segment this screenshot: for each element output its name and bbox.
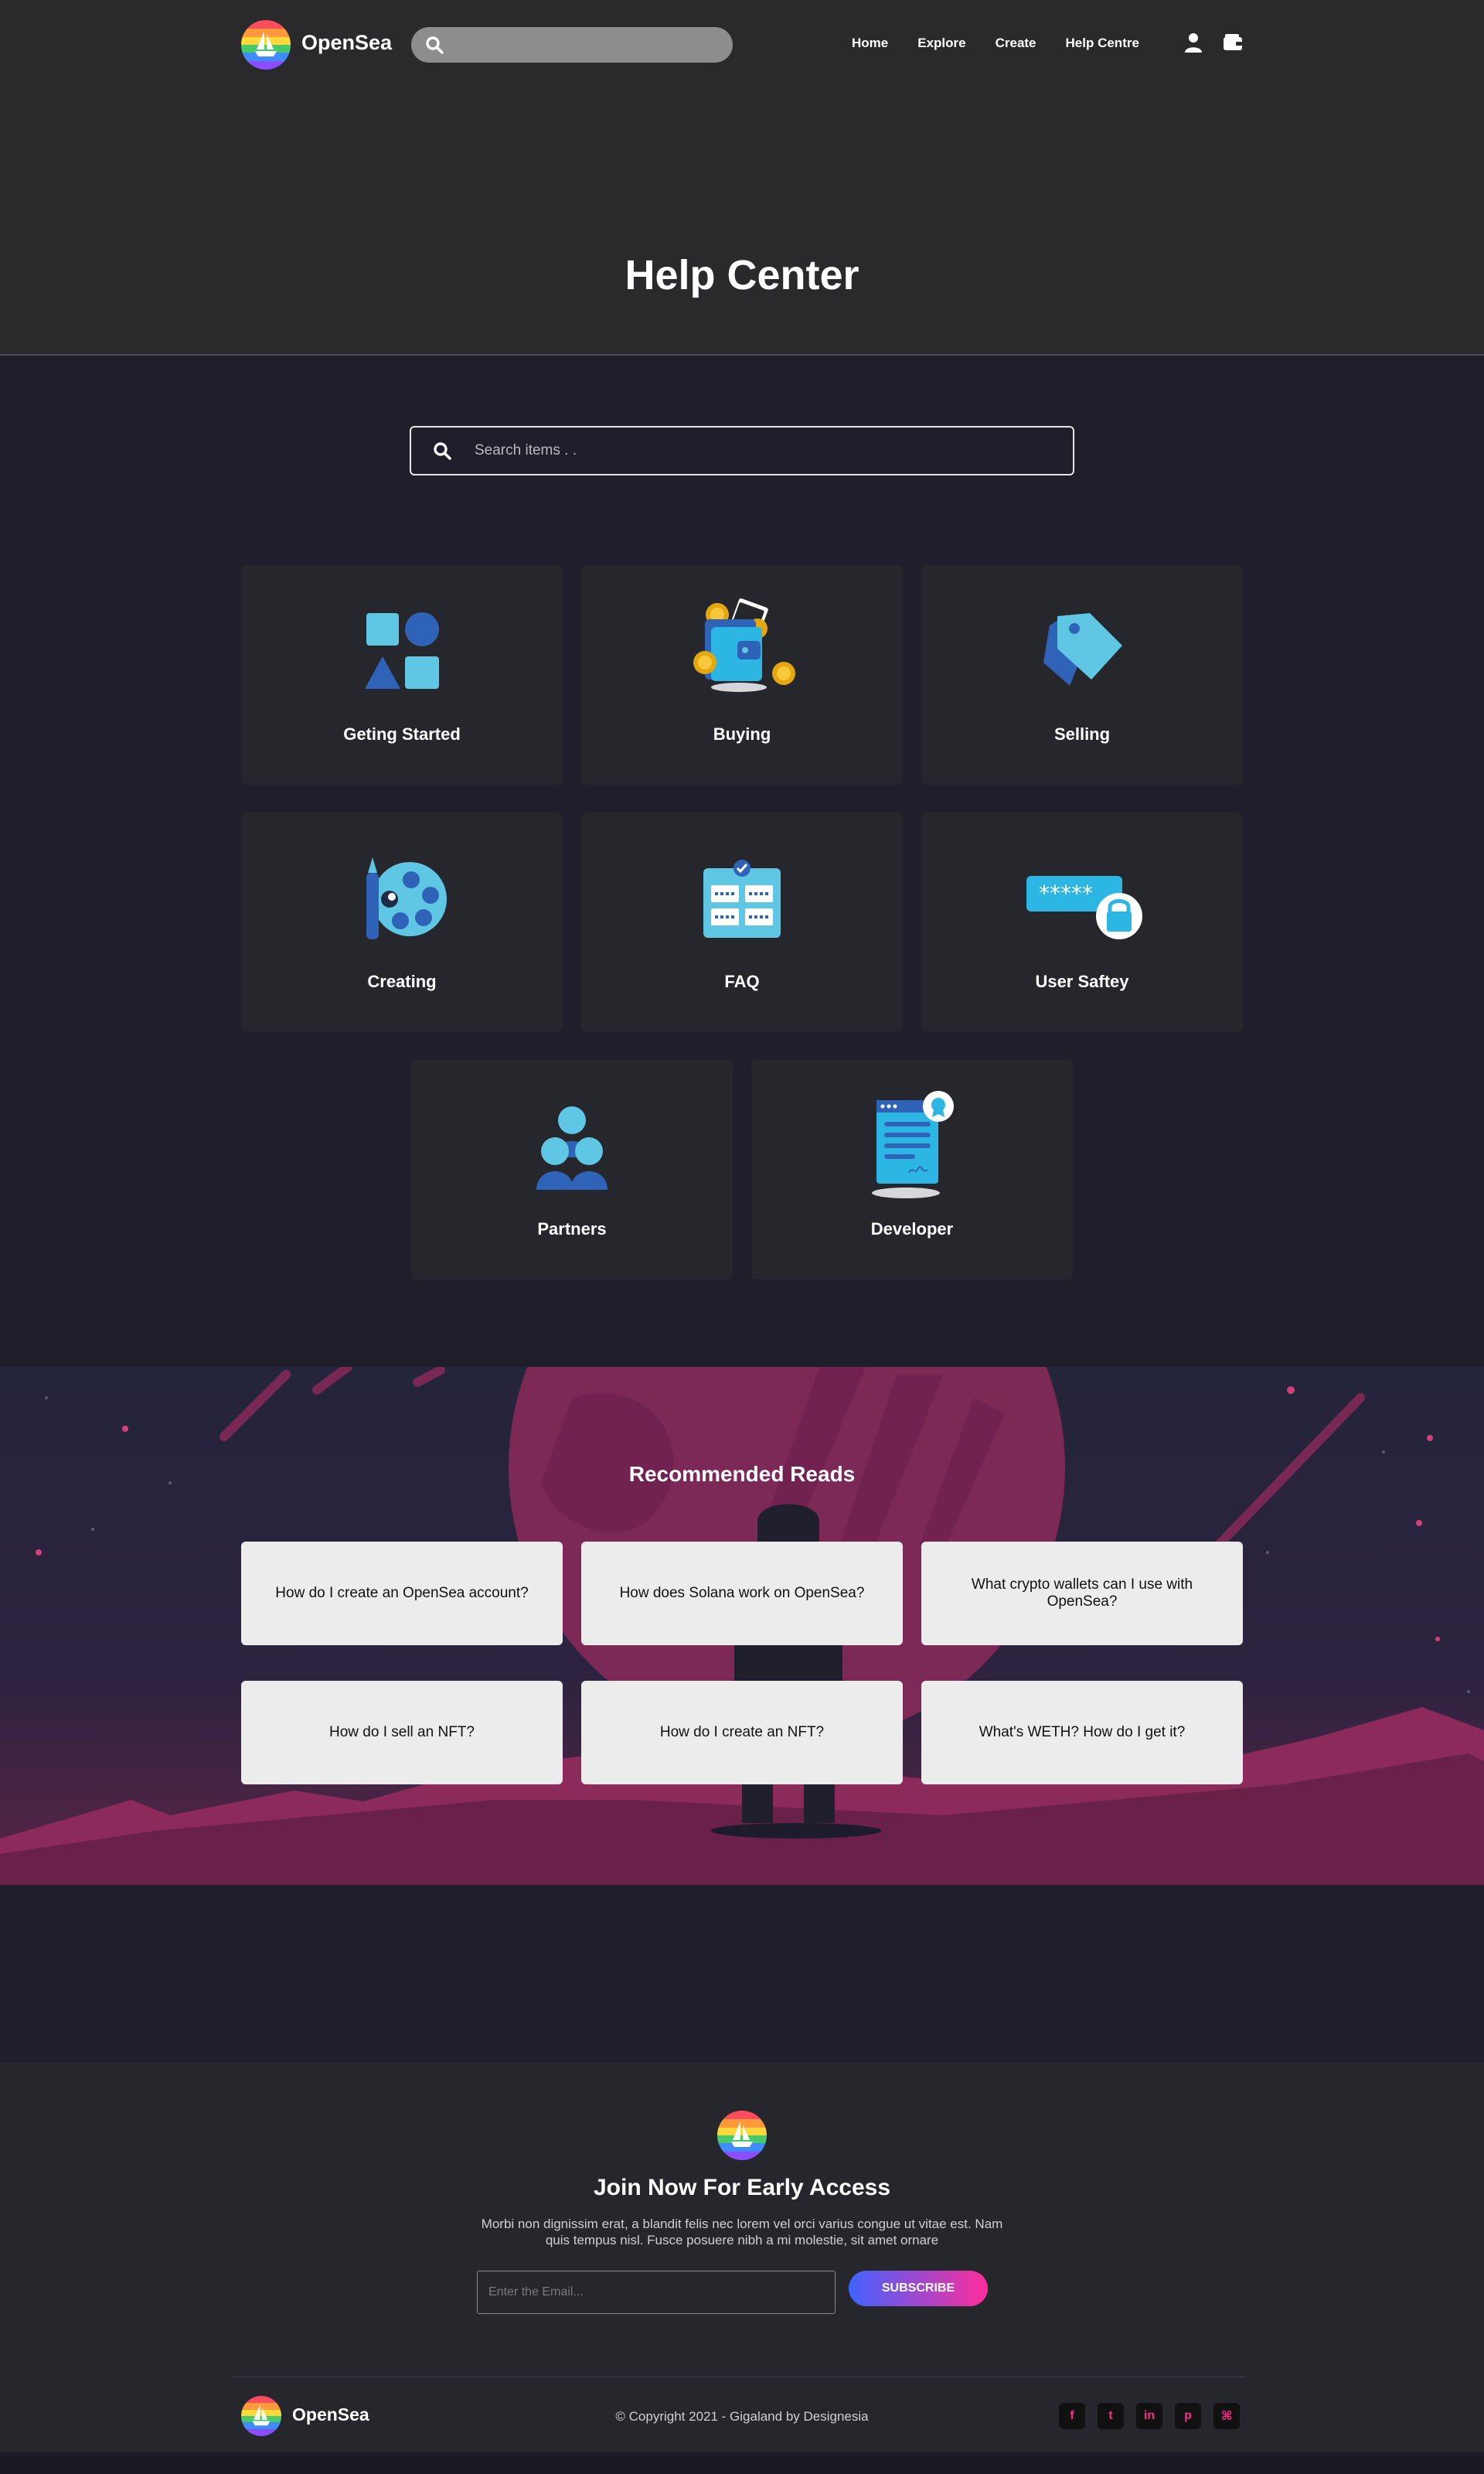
read-card-solana[interactable]: How does Solana work on OpenSea? (581, 1542, 903, 1645)
user-icon[interactable] (1184, 32, 1203, 53)
email-field[interactable] (477, 2271, 836, 2314)
main-menu: Home Explore Create Help Centre (852, 36, 1169, 51)
opensea-logo[interactable] (717, 2111, 767, 2160)
search-icon (426, 36, 444, 54)
category-card-user-safety[interactable]: ***** User Saftey (921, 813, 1243, 1032)
read-card-sell-nft[interactable]: How do I sell an NFT? (241, 1681, 563, 1784)
rss-icon[interactable]: ⌘ (1213, 2403, 1240, 2429)
category-label: Buying (713, 724, 771, 744)
nav-create[interactable]: Create (996, 36, 1036, 51)
join-title: Join Now For Early Access (593, 2175, 891, 2200)
search-icon (434, 442, 451, 460)
people-group-icon (536, 1106, 608, 1190)
category-label: User Saftey (1035, 972, 1129, 991)
category-card-selling[interactable]: Selling (921, 565, 1243, 785)
category-card-buying[interactable]: Buying (581, 565, 903, 785)
nav-explore[interactable]: Explore (917, 36, 965, 51)
pinterest-icon[interactable]: p (1175, 2403, 1201, 2429)
price-tag-icon (1043, 613, 1122, 686)
category-label: Partners (537, 1219, 607, 1239)
category-label: Geting Started (343, 724, 461, 744)
category-label: Selling (1053, 724, 1111, 744)
opensea-logo[interactable] (241, 20, 291, 70)
read-card-weth[interactable]: What's WETH? How do I get it? (921, 1681, 1243, 1784)
top-search-bar[interactable] (411, 27, 733, 63)
facebook-icon[interactable]: f (1059, 2403, 1085, 2429)
read-card-create-account[interactable]: How do I create an OpenSea account? (241, 1542, 563, 1645)
document-badge-icon (872, 1091, 954, 1198)
recommended-title: Recommended Reads (628, 1462, 856, 1486)
join-description: Morbi non dignissim erat, a blandit feli… (481, 2217, 1003, 2247)
site-header: OpenSea Home Explore Create Help Centre … (0, 0, 1484, 356)
read-card-create-nft[interactable]: How do I create an NFT? (581, 1681, 903, 1784)
password-lock-icon: ***** (1026, 876, 1142, 939)
category-label: Creating (367, 972, 437, 991)
wallet-coins-icon (693, 598, 795, 692)
palette-brush-icon (366, 857, 447, 939)
copyright-text: © Copyright 2021 - Gigaland by Designesi… (615, 2409, 869, 2424)
bottom-bar (0, 2452, 1484, 2474)
category-card-developer[interactable]: Developer (751, 1060, 1073, 1280)
brand-name[interactable]: OpenSea (301, 31, 392, 55)
help-search-input[interactable] (475, 435, 1047, 466)
twitter-icon[interactable]: t (1098, 2403, 1124, 2429)
category-card-creating[interactable]: Creating (241, 813, 563, 1032)
wallet-icon[interactable] (1223, 34, 1243, 51)
nav-home[interactable]: Home (852, 36, 888, 51)
category-card-partners[interactable]: Partners (411, 1060, 733, 1280)
shapes-icon (365, 612, 439, 689)
category-card-getting-started[interactable]: Geting Started (241, 565, 563, 785)
category-label: FAQ (724, 972, 760, 991)
nav-help-centre[interactable]: Help Centre (1066, 36, 1139, 51)
category-card-faq[interactable]: FAQ (581, 813, 903, 1032)
faq-board-icon (703, 860, 781, 938)
help-search-box[interactable] (410, 426, 1074, 475)
category-label: Developer (870, 1219, 954, 1239)
email-input[interactable] (478, 2271, 835, 2313)
linkedin-icon[interactable]: in (1136, 2403, 1162, 2429)
page-title: Help Center (625, 252, 859, 298)
read-card-crypto-wallets[interactable]: What crypto wallets can I use with OpenS… (921, 1542, 1243, 1645)
subscribe-button[interactable]: SUBSCRIBE (849, 2271, 988, 2306)
svg-text:*****: ***** (1039, 881, 1093, 906)
top-nav: OpenSea Home Explore Create Help Centre (241, 20, 1246, 70)
